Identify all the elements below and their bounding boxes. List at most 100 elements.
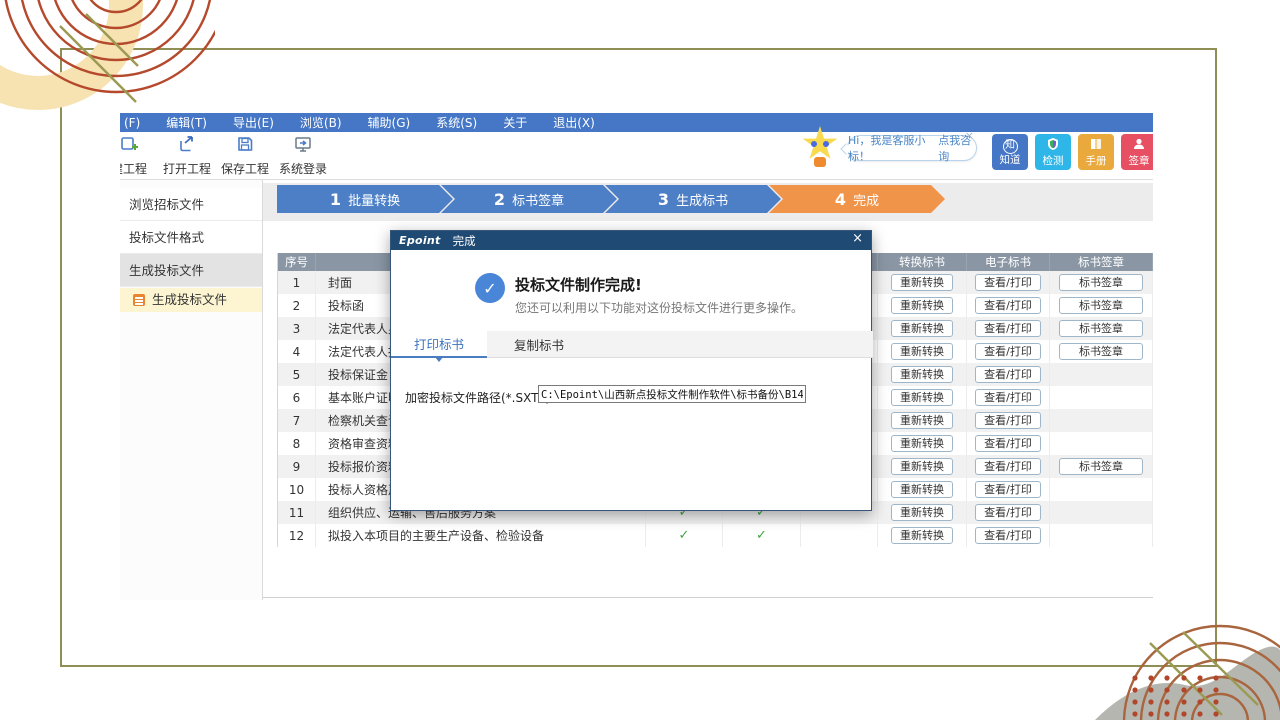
dialog-heading: 投标文件制作完成! (515, 274, 642, 295)
view-print-button[interactable]: 查看/打印 (975, 389, 1041, 406)
sidebar-subitem-label: 生成投标文件 (152, 292, 227, 307)
menu-item-file[interactable]: (F) (124, 116, 140, 130)
new-project-icon (120, 134, 139, 157)
reconvert-button[interactable]: 重新转换 (891, 481, 953, 498)
view-print-button[interactable]: 查看/打印 (975, 320, 1041, 337)
view-print-button[interactable]: 查看/打印 (975, 481, 1041, 498)
open-project-button[interactable]: 打开工程 (158, 134, 216, 178)
reconvert-button[interactable]: 重新转换 (891, 527, 953, 544)
view-print-button[interactable]: 查看/打印 (975, 412, 1041, 429)
helper-label: 知道 (1000, 154, 1021, 166)
reconvert-button[interactable]: 重新转换 (891, 343, 953, 360)
menu-item-edit[interactable]: 编辑(T) (166, 114, 207, 131)
reconvert-button[interactable]: 重新转换 (891, 435, 953, 452)
decoration-bottom-right (1080, 590, 1280, 720)
row-no: 3 (278, 317, 316, 340)
row-no: 4 (278, 340, 316, 363)
reconvert-button[interactable]: 重新转换 (891, 504, 953, 521)
helper-label: 检测 (1043, 155, 1064, 167)
toolbar-label: 保存工程 (221, 160, 269, 177)
shield-icon (1046, 137, 1060, 155)
dialog-tabs: 打印标书 复制标书 (391, 331, 871, 358)
row-no: 1 (278, 271, 316, 294)
step-finish[interactable]: 4 完成 (769, 185, 945, 213)
zhi-badge-icon: 知 (1003, 139, 1018, 154)
step-batch-convert[interactable]: 1 批量转换 (277, 185, 453, 213)
view-print-button[interactable]: 查看/打印 (975, 343, 1041, 360)
mascot-eye (823, 141, 829, 147)
view-print-button[interactable]: 查看/打印 (975, 435, 1041, 452)
menu-item-browse[interactable]: 浏览(B) (300, 114, 342, 131)
bubble-text: Hi，我是客服小标！ (848, 132, 933, 164)
menu-item-exit[interactable]: 退出(X) (553, 114, 595, 131)
header-seq: 序号 (278, 253, 316, 271)
reconvert-button[interactable]: 重新转换 (891, 274, 953, 291)
menu-item-assist[interactable]: 辅助(G) (368, 114, 411, 131)
dialog-titlebar[interactable]: Epoint 完成 × (391, 231, 871, 250)
dialog-close-icon[interactable]: × (852, 231, 863, 246)
step-label: 批量转换 (348, 190, 400, 209)
dialog-subheading: 您还可以利用以下功能对这份投标文件进行更多操作。 (515, 299, 803, 316)
bid-sign-button[interactable]: 标书签章 (1059, 343, 1143, 360)
manual-button[interactable]: 手册 (1078, 134, 1114, 170)
reconvert-button[interactable]: 重新转换 (891, 297, 953, 314)
reconvert-button[interactable]: 重新转换 (891, 389, 953, 406)
sidebar-item-browse-tender-file[interactable]: 浏览招标文件 (120, 188, 262, 221)
tab-strip: 复制标书 (487, 331, 873, 358)
reconvert-button[interactable]: 重新转换 (891, 458, 953, 475)
view-print-button[interactable]: 查看/打印 (975, 504, 1041, 521)
view-print-button[interactable]: 查看/打印 (975, 366, 1041, 383)
knowledge-button[interactable]: 知 知道 (992, 134, 1028, 170)
header-convert: 转换标书 (878, 253, 967, 271)
row-name: 拟投入本项目的主要生产设备、检验设备 (316, 524, 646, 547)
mascot-eye (811, 141, 817, 147)
system-login-icon (293, 134, 313, 157)
row-no: 7 (278, 409, 316, 432)
assistant-mascot[interactable] (802, 126, 840, 168)
system-login-button[interactable]: 系统登录 (274, 134, 332, 178)
save-project-button[interactable]: 保存工程 (216, 134, 274, 178)
header-sign: 标书签章 (1050, 253, 1153, 271)
reconvert-button[interactable]: 重新转换 (891, 366, 953, 383)
encrypted-path-input[interactable] (538, 385, 806, 403)
sidebar-subitem-generate-bid-file[interactable]: 生成投标文件 (120, 288, 262, 312)
view-print-button[interactable]: 查看/打印 (975, 297, 1041, 314)
signature-button[interactable]: 签章 (1121, 134, 1153, 170)
bid-sign-button[interactable]: 标书签章 (1059, 458, 1143, 475)
tab-copy-bid[interactable]: 复制标书 (487, 331, 591, 357)
active-tab-notch (435, 357, 443, 362)
step-label: 完成 (853, 190, 879, 209)
step-number: 2 (494, 190, 505, 209)
bid-sign-button[interactable]: 标书签章 (1059, 320, 1143, 337)
view-print-button[interactable]: 查看/打印 (975, 527, 1041, 544)
bid-sign-button[interactable]: 标书签章 (1059, 297, 1143, 314)
menu-item-system[interactable]: 系统(S) (436, 114, 477, 131)
step-number: 3 (658, 190, 669, 209)
step-bid-sign[interactable]: 2 标书签章 (441, 185, 617, 213)
view-print-button[interactable]: 查看/打印 (975, 458, 1041, 475)
mascot-body (814, 157, 826, 167)
step-label: 生成标书 (676, 190, 728, 209)
converted-check-icon: ✓ (646, 524, 723, 547)
row-no: 2 (278, 294, 316, 317)
assistant-bubble[interactable]: Hi，我是客服小标！ 点我咨询 × (847, 135, 977, 161)
tab-print-bid[interactable]: 打印标书 (391, 331, 487, 358)
row-no: 9 (278, 455, 316, 478)
menu-item-about[interactable]: 关于 (503, 114, 527, 131)
sidebar-item-bid-file-format[interactable]: 投标文件格式 (120, 221, 262, 254)
step-label: 标书签章 (512, 190, 564, 209)
reconvert-button[interactable]: 重新转换 (891, 412, 953, 429)
check-button[interactable]: 检测 (1035, 134, 1071, 170)
reconvert-button[interactable]: 重新转换 (891, 320, 953, 337)
bid-sign-button[interactable]: 标书签章 (1059, 274, 1143, 291)
new-project-button[interactable]: 建工程 (120, 134, 158, 178)
row-no: 12 (278, 524, 316, 547)
table-row: 12 拟投入本项目的主要生产设备、检验设备 ✓ ✓ 重新转换 查看/打印 (278, 524, 1153, 547)
view-print-button[interactable]: 查看/打印 (975, 274, 1041, 291)
step-generate-bid[interactable]: 3 生成标书 (605, 185, 781, 213)
sidebar-item-generate-bid-file[interactable]: 生成投标文件 (120, 254, 262, 287)
menu-item-export[interactable]: 导出(E) (233, 114, 274, 131)
wizard-steps: 1 批量转换 2 标书签章 3 生成标书 4 完成 (263, 183, 1153, 221)
bubble-close-icon[interactable]: × (965, 129, 974, 142)
toolbar-label: 建工程 (120, 160, 147, 177)
